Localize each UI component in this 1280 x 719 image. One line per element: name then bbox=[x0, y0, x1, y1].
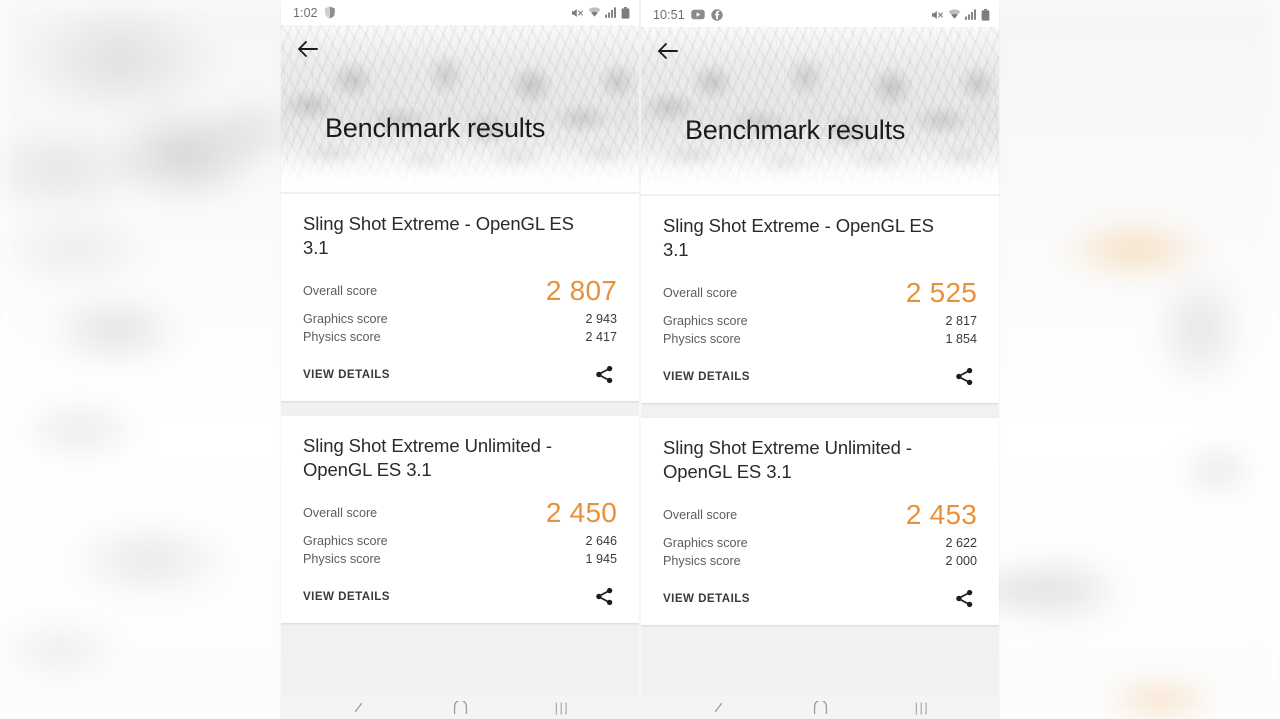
wifi-icon bbox=[588, 7, 601, 18]
graphics-score-label: Graphics score bbox=[663, 536, 748, 550]
back-nav-icon[interactable] bbox=[701, 696, 735, 718]
status-left-group: 1:02 bbox=[293, 6, 336, 20]
status-right-group bbox=[571, 6, 630, 19]
mute-icon bbox=[571, 7, 584, 19]
home-nav-icon[interactable] bbox=[803, 696, 837, 718]
share-icon[interactable] bbox=[591, 583, 617, 609]
view-details-button[interactable]: VIEW DETAILS bbox=[663, 592, 750, 605]
graphics-score-row: Graphics score 2 943 bbox=[303, 312, 617, 326]
physics-score-row: Physics score 2 417 bbox=[303, 330, 617, 344]
physics-score-label: Physics score bbox=[303, 552, 381, 566]
status-left-group: 10:51 bbox=[653, 8, 723, 22]
benchmark-card[interactable]: Sling Shot Extreme Unlimited - OpenGL ES… bbox=[281, 416, 639, 623]
overall-score-row: Overall score 2 807 bbox=[303, 275, 617, 306]
benchmark-title: Sling Shot Extreme Unlimited - OpenGL ES… bbox=[303, 435, 552, 480]
view-details-button[interactable]: VIEW DETAILS bbox=[303, 368, 390, 381]
banner-fade-overlay bbox=[641, 146, 999, 194]
physics-score-value: 2 000 bbox=[945, 554, 977, 568]
card-footer: VIEW DETAILS bbox=[303, 361, 617, 387]
status-clock: 1:02 bbox=[293, 5, 318, 20]
overall-score-value: 2 450 bbox=[545, 496, 617, 528]
share-icon[interactable] bbox=[951, 363, 977, 389]
graphics-score-label: Graphics score bbox=[303, 534, 388, 548]
status-right-group bbox=[931, 8, 990, 21]
phone-screenshot-left: 1:02 Benchmark results Sling Shot Extrem… bbox=[281, 0, 639, 719]
share-icon[interactable] bbox=[951, 585, 977, 611]
graphics-score-row: Graphics score 2 646 bbox=[303, 534, 617, 548]
benchmark-card[interactable]: Sling Shot Extreme - OpenGL ES 3.1 Overa… bbox=[641, 196, 999, 403]
header-banner: Benchmark results bbox=[281, 25, 639, 192]
benchmark-title: Sling Shot Extreme Unlimited - OpenGL ES… bbox=[663, 437, 912, 482]
physics-score-value: 1 854 bbox=[945, 332, 977, 346]
back-button[interactable] bbox=[652, 36, 682, 66]
recents-nav-icon[interactable]: ||| bbox=[905, 696, 939, 718]
graphics-score-row: Graphics score 2 622 bbox=[663, 536, 977, 550]
overall-score-label: Overall score bbox=[303, 283, 378, 298]
battery-icon bbox=[621, 6, 630, 19]
recents-glyph: ||| bbox=[554, 699, 570, 715]
benchmark-card[interactable]: Sling Shot Extreme Unlimited - OpenGL ES… bbox=[641, 418, 999, 625]
physics-score-row: Physics score 2 000 bbox=[663, 554, 977, 568]
overall-score-value: 2 453 bbox=[905, 498, 977, 530]
overall-score-row: Overall score 2 450 bbox=[303, 497, 617, 528]
overall-score-label: Overall score bbox=[663, 285, 738, 300]
overall-score-label: Overall score bbox=[663, 507, 738, 522]
banner-fade-overlay bbox=[281, 144, 639, 192]
android-nav-bar: ||| bbox=[281, 695, 639, 719]
overall-score-value: 2 525 bbox=[905, 276, 977, 308]
recents-glyph: ||| bbox=[914, 699, 930, 715]
graphics-score-value: 2 817 bbox=[945, 314, 977, 328]
physics-score-row: Physics score 1 945 bbox=[303, 552, 617, 566]
signal-icon bbox=[605, 7, 617, 18]
signal-icon bbox=[965, 9, 977, 20]
screenshot-stage: 1:02 Benchmark results Sling Shot Extrem… bbox=[0, 0, 1280, 719]
physics-score-label: Physics score bbox=[303, 330, 381, 344]
blurred-background bbox=[0, 0, 1280, 719]
graphics-score-value: 2 943 bbox=[585, 312, 617, 326]
view-details-button[interactable]: VIEW DETAILS bbox=[663, 370, 750, 383]
page-title: Benchmark results bbox=[685, 115, 906, 145]
overall-score-row: Overall score 2 525 bbox=[663, 277, 977, 308]
physics-score-value: 1 945 bbox=[585, 552, 617, 566]
page-title: Benchmark results bbox=[325, 113, 546, 143]
view-details-button[interactable]: VIEW DETAILS bbox=[303, 590, 390, 603]
benchmark-title: Sling Shot Extreme - OpenGL ES 3.1 bbox=[663, 215, 934, 260]
overall-score-row: Overall score 2 453 bbox=[663, 499, 977, 530]
results-list: Sling Shot Extreme - OpenGL ES 3.1 Overa… bbox=[641, 194, 999, 716]
overall-score-value: 2 807 bbox=[545, 274, 617, 306]
phone-screenshot-right: 10:51 Benchmark results Sling Shot Extre… bbox=[641, 0, 999, 719]
home-nav-icon[interactable] bbox=[443, 696, 477, 718]
recents-nav-icon[interactable]: ||| bbox=[545, 696, 579, 718]
graphics-score-value: 2 646 bbox=[585, 534, 617, 548]
status-bar: 1:02 bbox=[281, 0, 639, 25]
graphics-score-value: 2 622 bbox=[945, 536, 977, 550]
physics-score-row: Physics score 1 854 bbox=[663, 332, 977, 346]
back-nav-icon[interactable] bbox=[341, 696, 375, 718]
status-clock: 10:51 bbox=[653, 7, 685, 22]
physics-score-label: Physics score bbox=[663, 554, 741, 568]
mute-icon bbox=[931, 9, 944, 21]
wifi-icon bbox=[948, 9, 961, 20]
card-footer: VIEW DETAILS bbox=[303, 583, 617, 609]
share-icon[interactable] bbox=[591, 361, 617, 387]
status-bar: 10:51 bbox=[641, 2, 999, 27]
physics-score-label: Physics score bbox=[663, 332, 741, 346]
physics-score-value: 2 417 bbox=[585, 330, 617, 344]
graphics-score-label: Graphics score bbox=[663, 314, 748, 328]
android-nav-bar: ||| bbox=[641, 695, 999, 719]
graphics-score-row: Graphics score 2 817 bbox=[663, 314, 977, 328]
battery-icon bbox=[981, 8, 990, 21]
graphics-score-label: Graphics score bbox=[303, 312, 388, 326]
benchmark-card[interactable]: Sling Shot Extreme - OpenGL ES 3.1 Overa… bbox=[281, 194, 639, 401]
card-footer: VIEW DETAILS bbox=[663, 585, 977, 611]
back-button[interactable] bbox=[292, 34, 322, 64]
youtube-icon bbox=[691, 9, 705, 20]
header-banner: Benchmark results bbox=[641, 27, 999, 194]
benchmark-title: Sling Shot Extreme - OpenGL ES 3.1 bbox=[303, 213, 574, 258]
facebook-icon bbox=[711, 8, 723, 21]
dnd-shield-icon bbox=[324, 6, 336, 19]
card-footer: VIEW DETAILS bbox=[663, 363, 977, 389]
overall-score-label: Overall score bbox=[303, 505, 378, 520]
results-list: Sling Shot Extreme - OpenGL ES 3.1 Overa… bbox=[281, 192, 639, 714]
